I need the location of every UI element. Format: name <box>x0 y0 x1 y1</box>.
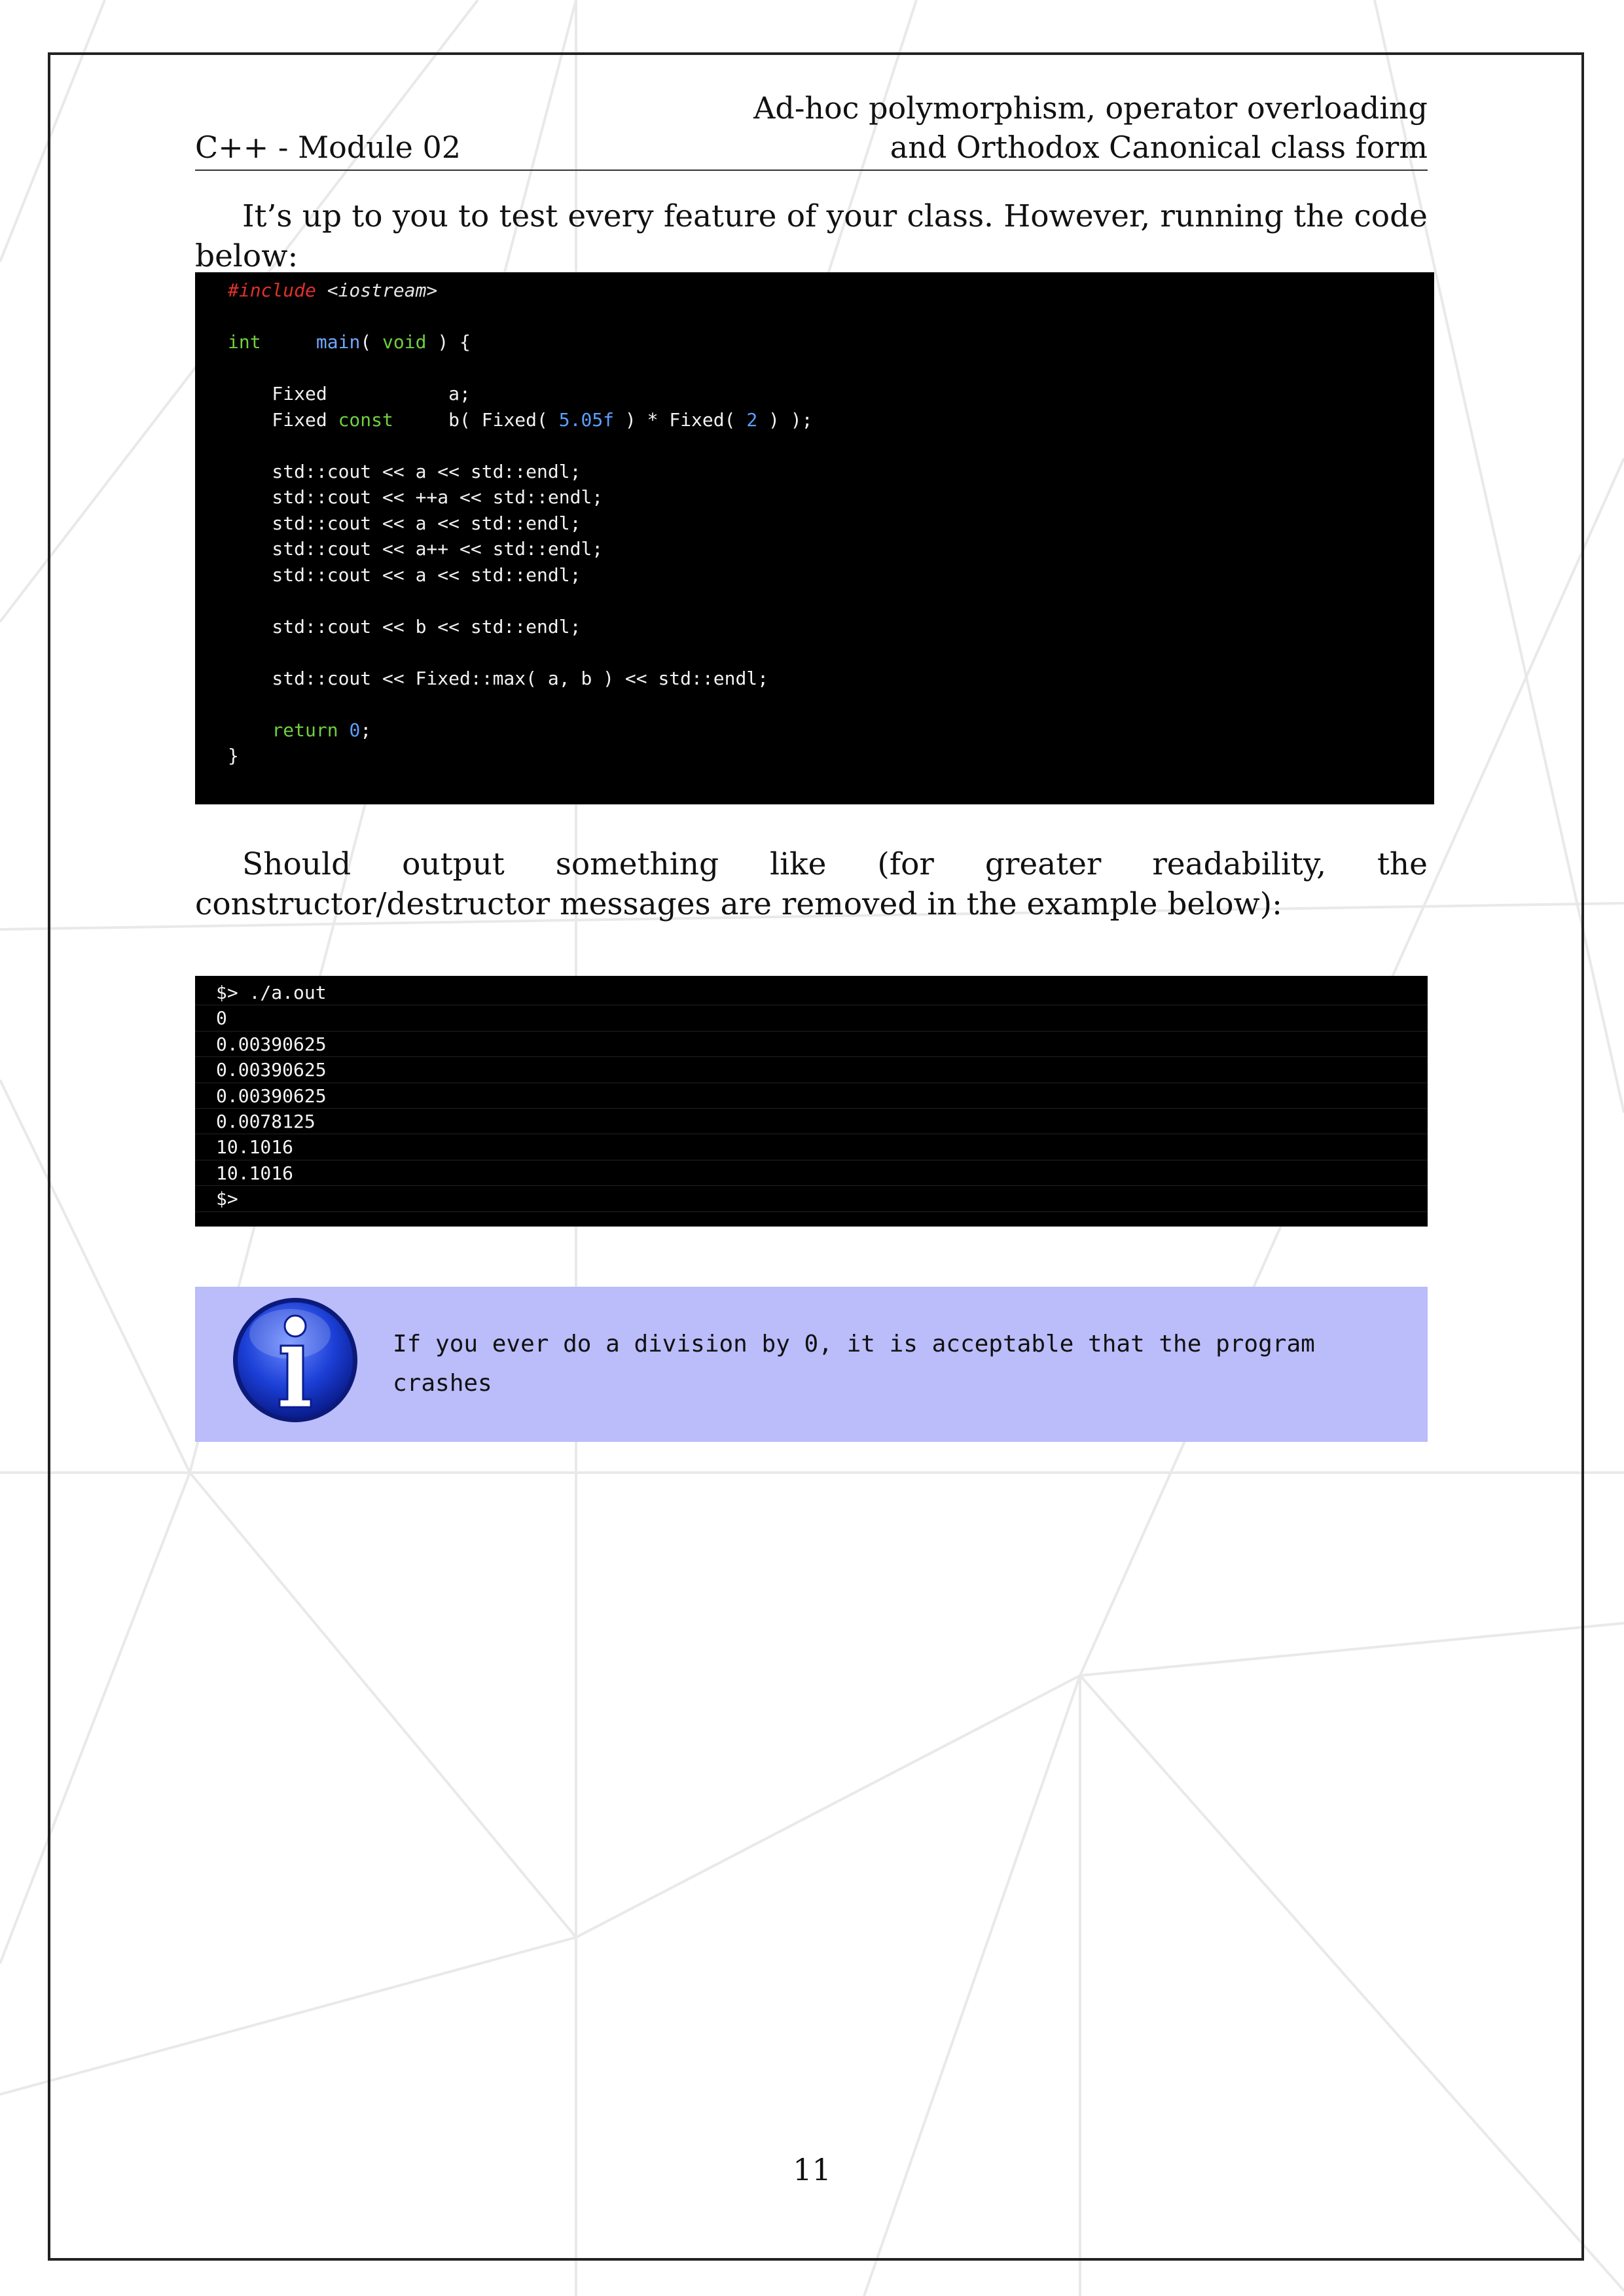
code-stmt-6: std::cout << b << std::endl; <box>228 615 581 637</box>
code-return-value: 0 <box>349 719 361 741</box>
code-main-paren-close: ) { <box>426 331 471 353</box>
code-decl-b-type: Fixed <box>228 408 338 431</box>
info-note-text: If you ever do a division by 0, it is ac… <box>393 1331 1315 1397</box>
intro-paragraph: It’s up to you to test every feature of … <box>195 198 1428 274</box>
code-decl-b-num2: 2 <box>746 408 758 431</box>
code-include-header: <iostream> <box>327 279 438 301</box>
terminal-output: $> ./a.out 0 0.00390625 0.00390625 0.003… <box>195 976 1428 1227</box>
terminal-line: 10.1016 <box>195 1134 1428 1160</box>
code-stmt-1: std::cout << a << std::endl; <box>228 460 581 482</box>
code-stmt-5: std::cout << a << std::endl; <box>228 564 581 586</box>
code-main-type: int <box>228 331 261 353</box>
code-return-keyword: return <box>272 719 338 741</box>
terminal-line: 10.1016 <box>195 1160 1428 1187</box>
info-callout: If you ever do a division by 0, it is ac… <box>195 1287 1428 1442</box>
terminal-line: 0.00390625 <box>195 1057 1428 1083</box>
code-stmt-4: std::cout << a++ << std::endl; <box>228 538 604 560</box>
code-stmt-2: std::cout << ++a << std::endl; <box>228 486 604 508</box>
info-icon <box>233 1298 357 1422</box>
code-decl-b-end: ) ); <box>757 408 813 431</box>
header-module-title: C++ - Module 02 <box>195 130 461 165</box>
code-main-paren-open: ( <box>360 331 383 353</box>
code-decl-a: Fixed a; <box>228 383 471 404</box>
terminal-line: 0 <box>195 1005 1428 1031</box>
code-include-directive: #include <box>228 279 316 301</box>
code-decl-b-num1: 5.05f <box>558 408 615 431</box>
header-subject-line-2: and Orthodox Canonical class form <box>890 130 1428 165</box>
header-subject-title: Ad-hoc polymorphism, operator overloadin… <box>642 88 1428 167</box>
code-decl-b-const: const <box>338 408 393 431</box>
code-listing: #include <iostream> int main( void ) { F… <box>228 279 813 766</box>
code-block: #include <iostream> int main( void ) { F… <box>195 272 1434 804</box>
code-stmt-3: std::cout << a << std::endl; <box>228 512 581 534</box>
terminal-line: 0.00390625 <box>195 1031 1428 1058</box>
code-close-brace: } <box>228 745 239 766</box>
code-main-name: main <box>316 331 361 353</box>
code-stmt-7: std::cout << Fixed::max( a, b ) << std::… <box>228 667 769 689</box>
terminal-line: $> ./a.out <box>195 980 1428 1006</box>
terminal-line: 0.0078125 <box>195 1109 1428 1135</box>
code-decl-b-mid: b( Fixed( <box>393 408 559 431</box>
terminal-line: 0.00390625 <box>195 1083 1428 1109</box>
code-main-void: void <box>382 331 427 353</box>
page-number: 11 <box>793 2152 831 2187</box>
header-subject-line-1: Ad-hoc polymorphism, operator overloadin… <box>753 90 1428 126</box>
header-divider <box>195 170 1428 171</box>
code-decl-b-mid2: ) * Fixed( <box>614 408 747 431</box>
output-intro-paragraph: Should output something like (for greate… <box>195 846 1428 922</box>
terminal-line: $> <box>195 1186 1428 1212</box>
